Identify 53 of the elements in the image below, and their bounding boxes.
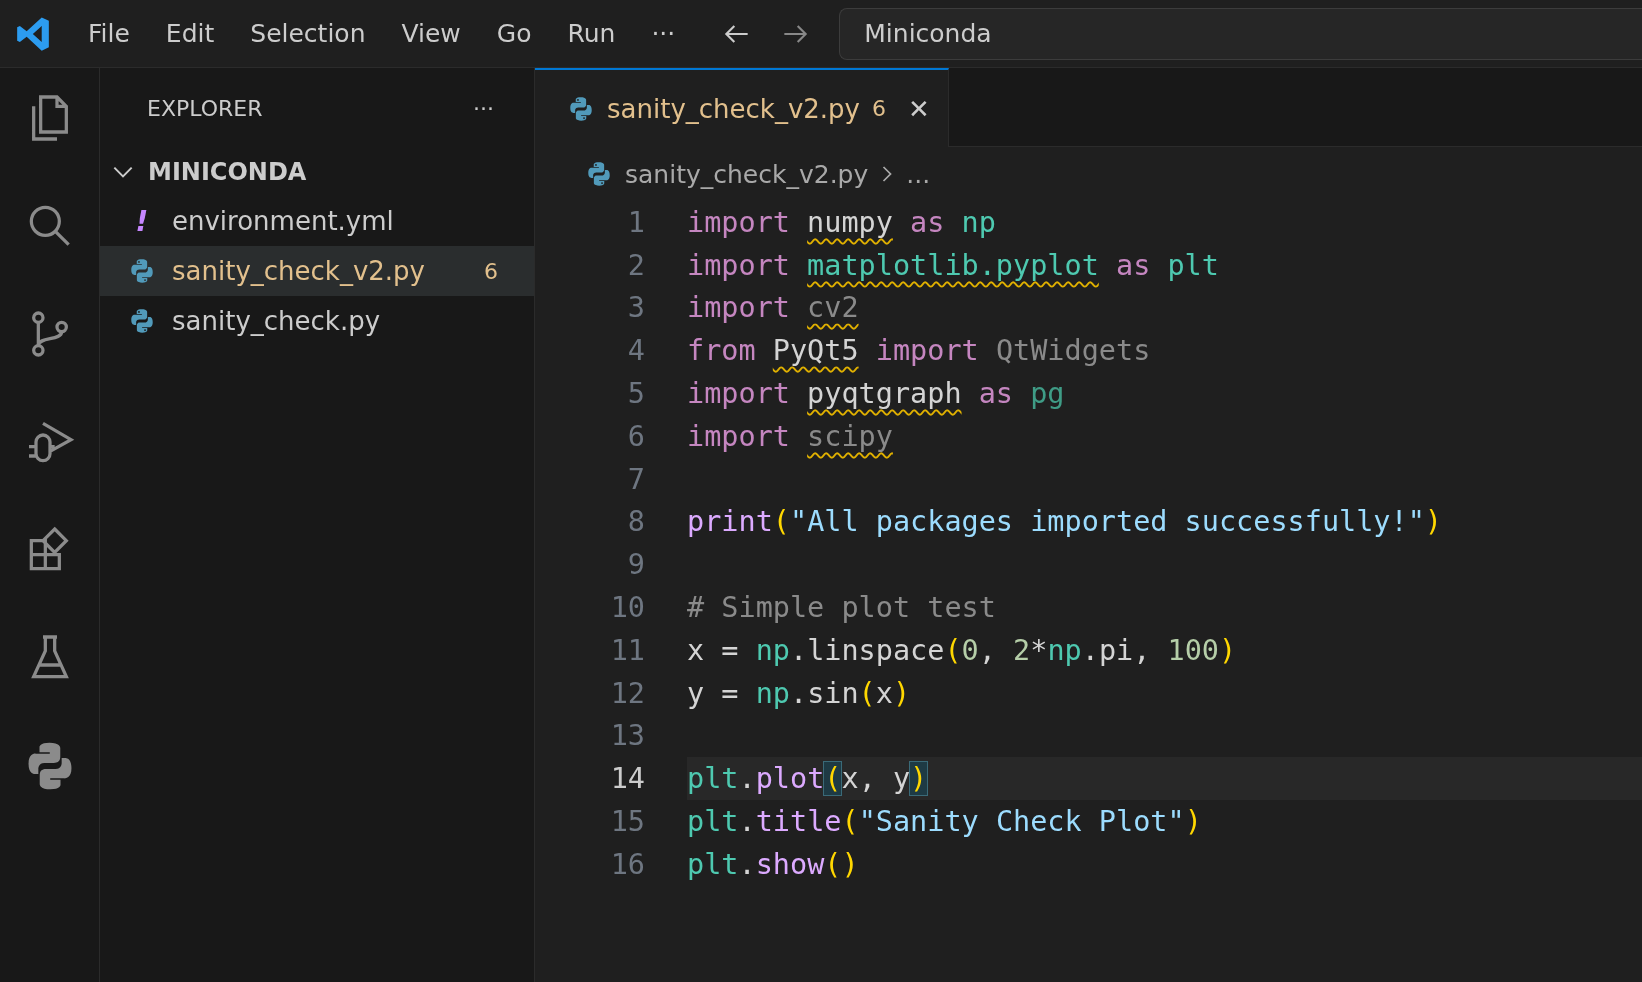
editor-tab[interactable]: sanity_check_v2.py 6 ✕: [535, 68, 949, 147]
menu-item[interactable]: View: [401, 19, 461, 48]
code-line: # Simple plot test: [687, 591, 996, 625]
python-file-icon: [567, 94, 595, 123]
code-line: print("All packages imported successfully!"): [687, 505, 1442, 539]
line-number: 15: [609, 805, 645, 839]
line-number: 16: [609, 847, 645, 881]
problem-count: 6: [484, 258, 498, 284]
menu-item[interactable]: File: [88, 19, 130, 48]
more-actions-button[interactable]: ···: [473, 95, 494, 121]
menu-item[interactable]: Edit: [165, 19, 215, 48]
code-line: plt.title("Sanity Check Plot"): [687, 805, 1202, 839]
line-number: 9: [626, 548, 645, 582]
line-number: 6: [626, 419, 645, 453]
line-number: 14: [609, 762, 645, 796]
line-number: 7: [626, 462, 645, 496]
breadcrumb-item[interactable]: ...: [906, 159, 931, 189]
line-number: 11: [609, 633, 645, 667]
code-line: x = np.linspace(0, 2*np.pi, 100): [687, 633, 1237, 667]
line-number: 13: [609, 719, 645, 753]
code-line: import numpy as np: [687, 205, 996, 239]
folder-name[interactable]: MINICONDA: [148, 158, 307, 186]
line-number: 5: [626, 377, 645, 411]
code-line: import pyqtgraph as pg: [687, 377, 1065, 411]
line-number: 4: [626, 334, 645, 368]
python-file-icon: [128, 307, 156, 335]
menu-item[interactable]: ···: [651, 19, 676, 48]
code-line: plt.plot(x, y): [687, 762, 928, 796]
code-line: import scipy: [687, 419, 893, 453]
line-number: 1: [626, 205, 645, 239]
menu-item[interactable]: Go: [496, 19, 532, 48]
tree-row[interactable]: ! environment.yml: [100, 196, 534, 246]
command-center-search-field[interactable]: Miniconda: [839, 7, 1642, 60]
line-number: 10: [609, 591, 645, 625]
line-number: 2: [626, 248, 645, 282]
menu-item[interactable]: Selection: [250, 19, 366, 48]
explorer-title: EXPLORER: [147, 95, 263, 121]
code-line: y = np.sin(x): [687, 676, 911, 710]
line-number: 3: [626, 291, 645, 325]
python-file-icon: [585, 160, 613, 188]
line-number: 12: [609, 676, 645, 710]
code-line: plt.show(): [687, 847, 859, 881]
yaml-file-icon: !: [128, 204, 156, 238]
tree-row[interactable]: sanity_check_v2.py 6: [100, 246, 534, 296]
code-line: import cv2: [687, 291, 859, 325]
breadcrumb-item[interactable]: sanity_check_v2.py: [625, 159, 869, 189]
menu-item[interactable]: Run: [567, 19, 616, 48]
python-file-icon: [128, 257, 156, 285]
line-number: 8: [626, 505, 645, 539]
code-line: import matplotlib.pyplot as plt: [687, 248, 1219, 282]
code-line: from PyQt5 import QtWidgets: [687, 334, 1151, 368]
close-icon[interactable]: ✕: [907, 93, 930, 124]
tree-row[interactable]: sanity_check.py: [100, 296, 534, 346]
